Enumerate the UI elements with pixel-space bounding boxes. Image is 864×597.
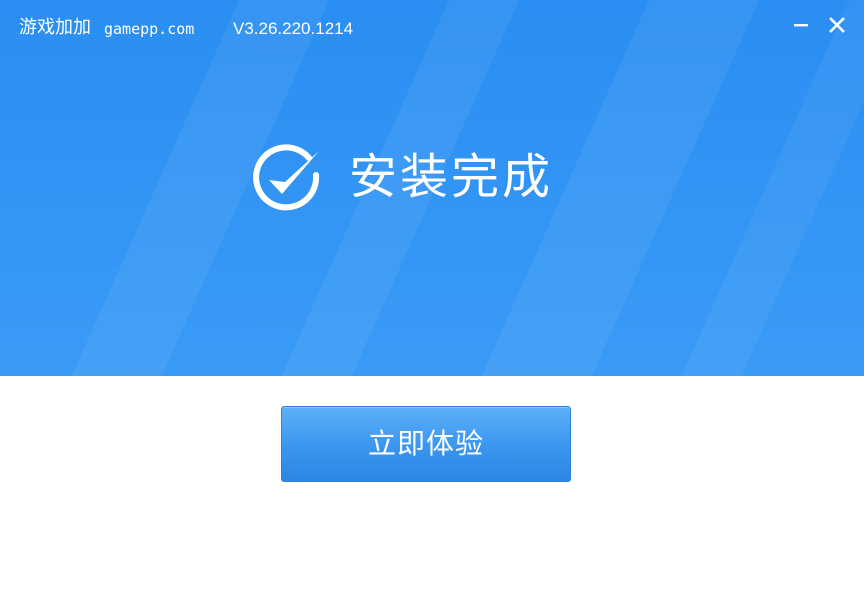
app-name: 游戏加加 (19, 17, 91, 38)
app-site: gamepp.com (104, 20, 195, 38)
start-now-button[interactable]: 立即体验 (281, 406, 571, 482)
minimize-button[interactable] (788, 12, 814, 38)
check-circle-icon (253, 144, 320, 211)
header-banner: 游戏加加 gamepp.com V3.26.220.1214 安装完成 (0, 0, 864, 376)
install-complete-title: 安装完成 (349, 149, 554, 205)
app-version: V3.26.220.1214 (233, 19, 354, 38)
close-icon (829, 17, 845, 33)
installer-window: 游戏加加 gamepp.com V3.26.220.1214 安装完成 立即体验 (0, 0, 864, 597)
title-bar[interactable]: 游戏加加 gamepp.com V3.26.220.1214 (0, 0, 864, 56)
minimize-icon (794, 24, 808, 27)
close-button[interactable] (824, 12, 850, 38)
